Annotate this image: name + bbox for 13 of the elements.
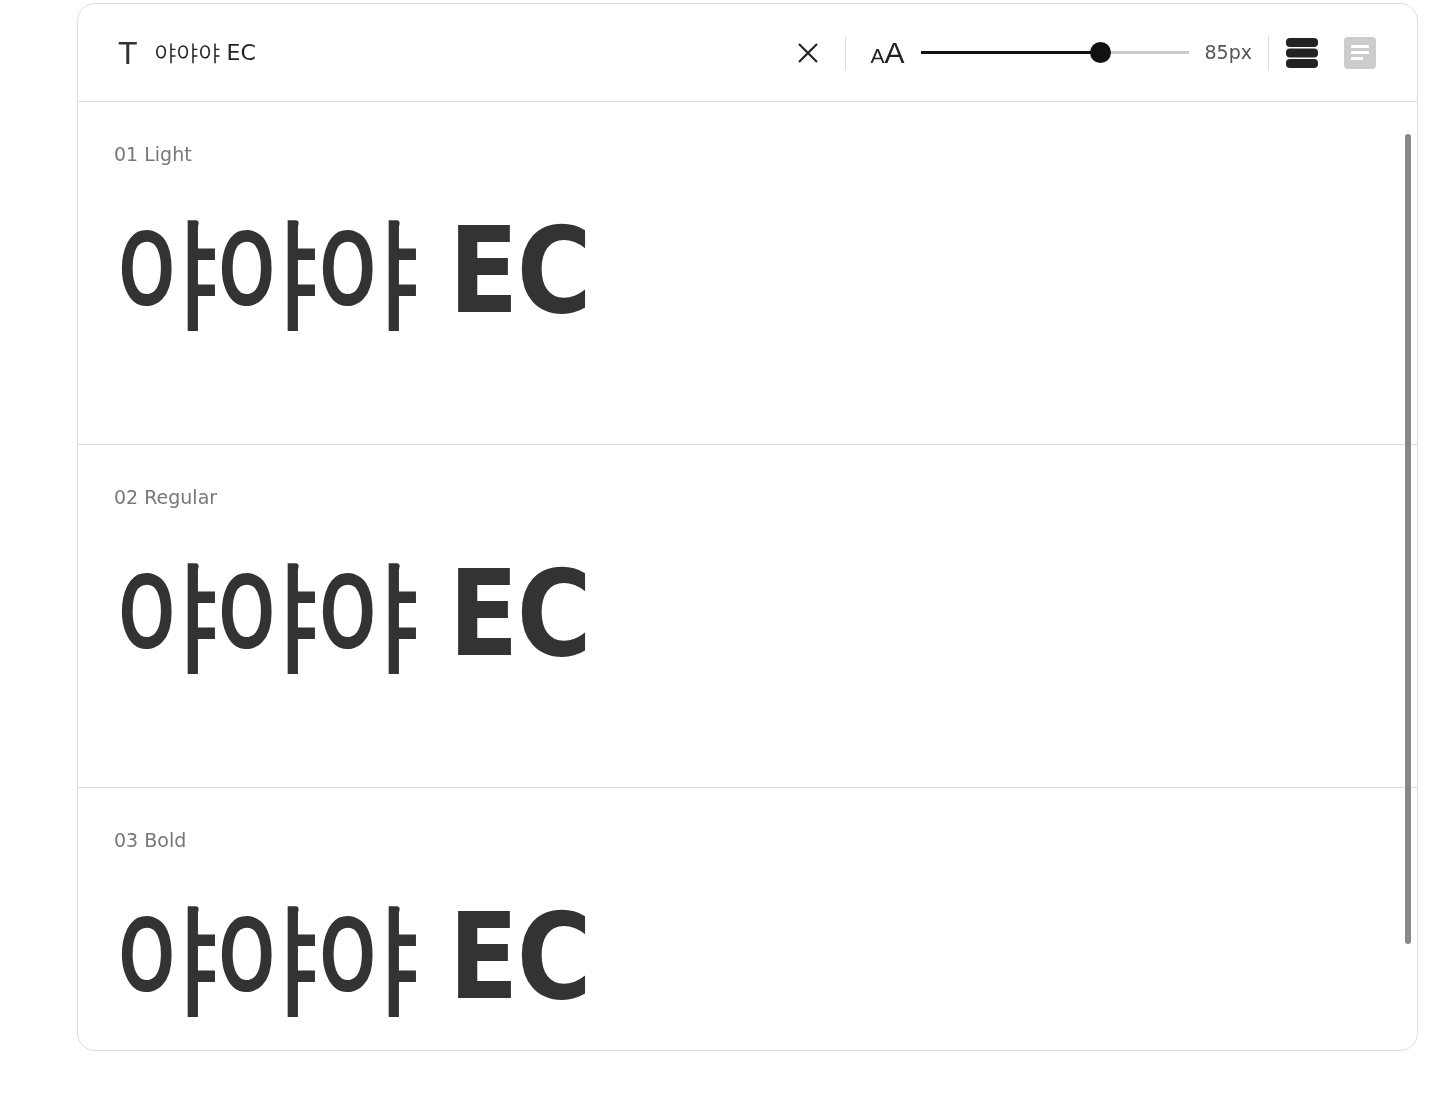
font-sample: 야야야 EC (114, 210, 590, 331)
scrollbar[interactable] (1405, 134, 1411, 944)
preview-text-field[interactable]: 야야야 EC (153, 36, 714, 69)
style-label: 03 Bold (114, 828, 188, 853)
font-sample: 야야야 EC (114, 896, 590, 1017)
style-label: 02 Regular (114, 485, 219, 510)
text-icon: T (118, 36, 138, 69)
font-sample: 야야야 EC (114, 553, 590, 674)
style-label: 01 Light (114, 142, 193, 167)
font-size-icon: AA (870, 37, 905, 68)
size-reading: 85px (1204, 40, 1252, 66)
list-view-button[interactable] (1285, 35, 1319, 70)
slider-thumb[interactable] (1090, 42, 1112, 63)
